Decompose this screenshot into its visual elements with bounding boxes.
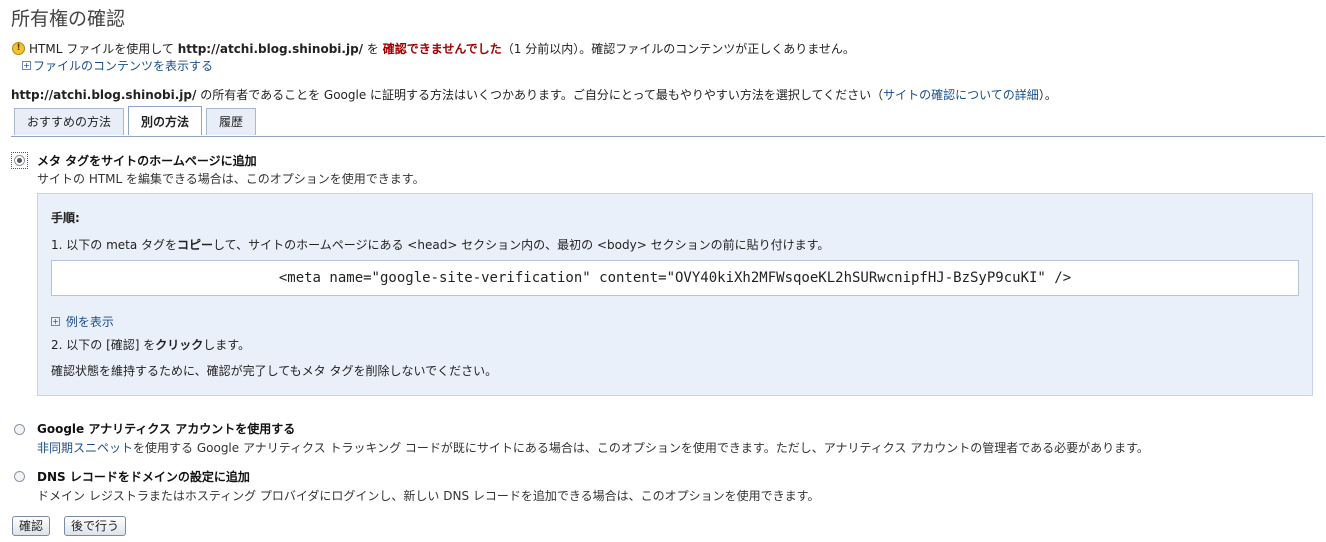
verification-warning: ! HTML ファイルを使用して http://atchi.blog.shino… bbox=[12, 40, 855, 57]
step2-text-b: します。 bbox=[203, 338, 251, 352]
step2-text-a: 2. 以下の [確認] を bbox=[51, 338, 156, 352]
step1-text-b: して、サイトのホームページにある <head> セクション内の、最初の <bod… bbox=[213, 238, 830, 252]
warning-url: http://atchi.blog.shinobi.jp/ bbox=[177, 41, 364, 56]
warning-icon: ! bbox=[12, 42, 25, 55]
tab-alternate[interactable]: 別の方法 bbox=[128, 106, 203, 135]
tab-recommended[interactable]: おすすめの方法 bbox=[14, 108, 125, 135]
dns-option-desc: ドメイン レジストラまたはホスティング プロバイダにログインし、新しい DNS … bbox=[37, 489, 820, 503]
page-title: 所有権の確認 bbox=[11, 8, 126, 30]
show-file-contents-link[interactable]: + ファイルのコンテンツを表示する bbox=[22, 57, 213, 74]
verify-button[interactable]: 確認 bbox=[12, 516, 51, 536]
warning-post: （1 分前以内）。確認ファイルのコンテンツが正しくありません。 bbox=[501, 42, 855, 56]
intro-text: http://atchi.blog.shinobi.jp/ の所有者であることを… bbox=[11, 86, 1057, 103]
step2-bold: クリック bbox=[155, 338, 204, 352]
instruction-step-2: 2. 以下の [確認] をクリックします。 bbox=[51, 336, 250, 353]
verify-later-button[interactable]: 後で行う bbox=[64, 516, 127, 536]
intro-url: http://atchi.blog.shinobi.jp/ bbox=[11, 88, 197, 102]
instructions-heading: 手順: bbox=[51, 211, 80, 225]
tab-divider bbox=[11, 136, 1325, 137]
tab-history[interactable]: 履歴 bbox=[206, 108, 257, 135]
method-tabs: おすすめの方法 別の方法 履歴 bbox=[14, 106, 260, 135]
warning-mid: を bbox=[366, 42, 379, 56]
step1-bold: コピー bbox=[177, 238, 214, 252]
meta-option-title: メタ タグをサイトのホームページに追加 bbox=[37, 154, 257, 168]
show-example-link[interactable]: + 例を表示 bbox=[51, 313, 114, 330]
analytics-option-title: Google アナリティクス アカウントを使用する bbox=[37, 422, 296, 436]
dns-radio[interactable] bbox=[14, 471, 25, 482]
dns-option-title: DNS レコードをドメインの設定に追加 bbox=[37, 470, 250, 484]
analytics-option-desc: 非同期スニペットを使用する Google アナリティクス トラッキング コードが… bbox=[37, 439, 1149, 456]
intro-close: ）。 bbox=[1038, 88, 1057, 102]
meta-tag-code-box[interactable]: <meta name="google-site-verification" co… bbox=[51, 260, 1299, 296]
warning-pre: HTML ファイルを使用して bbox=[29, 42, 174, 56]
step1-text-a: 1. 以下の meta タグを bbox=[51, 238, 178, 252]
expand-plus-icon: + bbox=[22, 61, 31, 70]
async-snippet-link[interactable]: 非同期スニペット bbox=[37, 441, 133, 455]
show-example-label: 例を表示 bbox=[65, 315, 114, 329]
meta-tag-radio[interactable] bbox=[14, 155, 25, 166]
intro-body: の所有者であることを Google に証明する方法はいくつかあります。ご自分にと… bbox=[200, 88, 884, 102]
warning-failed: 確認できませんでした bbox=[382, 42, 502, 56]
analytics-radio[interactable] bbox=[14, 424, 25, 435]
show-file-contents-label: ファイルのコンテンツを表示する bbox=[33, 59, 214, 73]
meta-option-desc: サイトの HTML を編集できる場合は、このオプションを使用できます。 bbox=[37, 172, 425, 186]
instruction-note: 確認状態を維持するために、確認が完了してもメタ タグを削除しないでください。 bbox=[51, 364, 498, 378]
verification-details-link[interactable]: サイトの確認についての詳細 bbox=[883, 88, 1039, 102]
example-plus-icon: + bbox=[51, 317, 60, 326]
instruction-step-1: 1. 以下の meta タグをコピーして、サイトのホームページにある <head… bbox=[51, 236, 829, 253]
analytics-desc-text: を使用する Google アナリティクス トラッキング コードが既にサイトにある… bbox=[133, 441, 1149, 455]
